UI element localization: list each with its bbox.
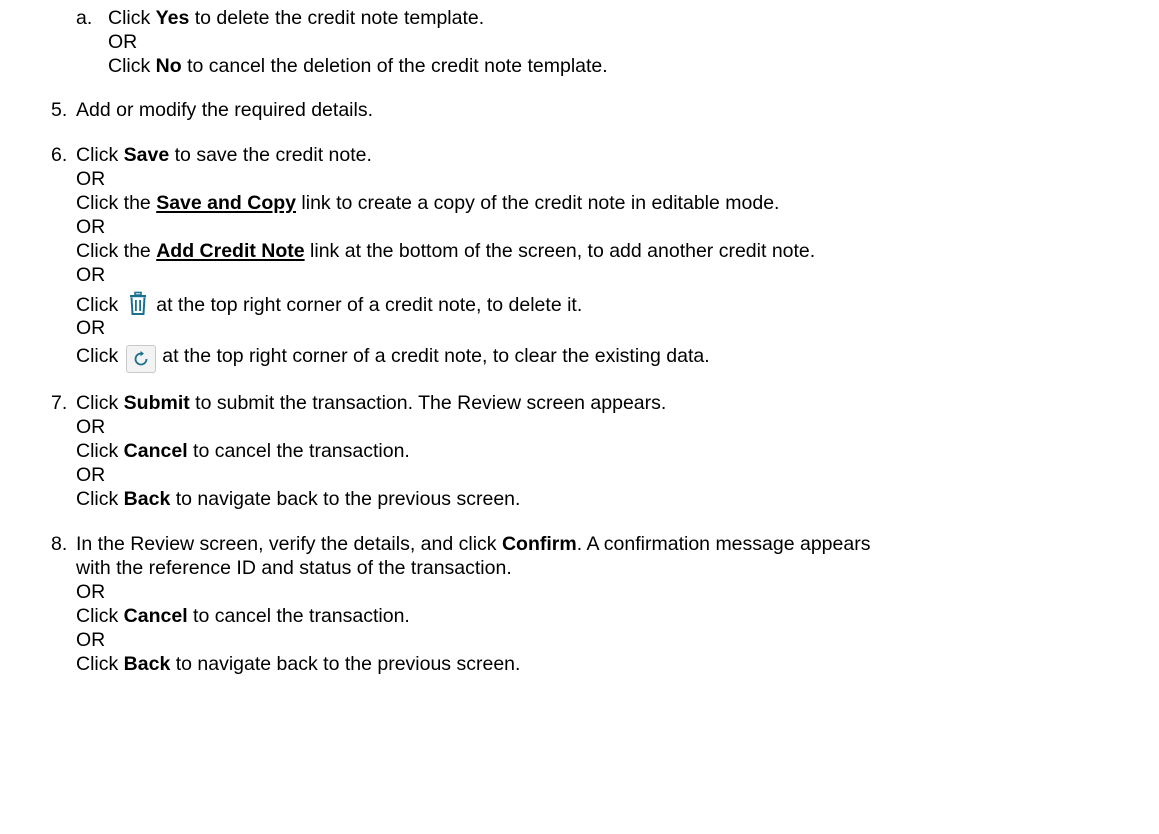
step-6-line-5: Click at the top right corner of a credi…	[76, 344, 710, 373]
text-span: Click	[108, 7, 156, 29]
text-span: to navigate back to the previous screen.	[170, 488, 521, 510]
text-span: Click	[76, 345, 119, 367]
text-span: . A confirmation message appears	[576, 533, 871, 555]
step-a-line-1: Click Yes to delete the credit note temp…	[108, 6, 484, 30]
text-span: at the top right corner of a credit note…	[162, 345, 710, 367]
cancel-term: Cancel	[123, 605, 188, 627]
step-8-line-3: Click Back to navigate back to the previ…	[76, 652, 520, 676]
text-span: link to create a copy of the credit note…	[296, 192, 780, 214]
step-8-marker: 8.	[51, 533, 68, 555]
back-term: Back	[123, 653, 171, 675]
text-span: In the Review screen, verify the details…	[76, 533, 502, 555]
or-separator: OR	[76, 416, 106, 438]
step-8-line-1b: with the reference ID and status of the …	[76, 557, 512, 579]
text-span: to submit the transaction. The Review sc…	[189, 392, 667, 414]
text-span: Click	[76, 605, 124, 627]
step-6-marker: 6.	[51, 144, 68, 166]
delete-trash-icon	[126, 291, 150, 321]
or-separator: OR	[76, 629, 106, 651]
or-separator: OR	[108, 31, 138, 53]
step-5-text: Add or modify the required details.	[76, 99, 373, 121]
text-span: to cancel the transaction.	[187, 440, 410, 462]
trash-icon-graphic	[130, 291, 147, 315]
refresh-icon-graphic	[134, 351, 148, 366]
step-8-line-1: In the Review screen, verify the details…	[76, 532, 870, 556]
step-6-line-2: Click the Save and Copy link to create a…	[76, 191, 779, 215]
or-separator: OR	[76, 581, 106, 603]
step-6-line-3: Click the Add Credit Note link at the bo…	[76, 239, 815, 263]
step-a-line-3: Click No to cancel the deletion of the c…	[108, 54, 608, 78]
save-and-copy-link[interactable]: Save and Copy	[156, 192, 296, 214]
step-8-line-2: Click Cancel to cancel the transaction.	[76, 604, 410, 628]
text-span: Click	[76, 144, 124, 166]
text-span: to cancel the transaction.	[187, 605, 410, 627]
text-span: Click the	[76, 192, 157, 214]
step-5-marker: 5.	[51, 99, 68, 121]
no-term: No	[155, 55, 182, 77]
text-span: Click	[76, 294, 119, 316]
step-6-line-1: Click Save to save the credit note.	[76, 143, 372, 167]
text-span: Click	[76, 488, 124, 510]
step-7-line-3: Click Back to navigate back to the previ…	[76, 487, 520, 511]
text-span: to save the credit note.	[169, 144, 372, 166]
yes-term: Yes	[155, 7, 190, 29]
step-6-line-4: Click at the top right corner of a credi…	[76, 291, 582, 321]
cancel-term: Cancel	[123, 440, 188, 462]
save-term: Save	[123, 144, 170, 166]
or-separator: OR	[76, 464, 106, 486]
step-7-line-2: Click Cancel to cancel the transaction.	[76, 439, 410, 463]
text-span: to cancel the deletion of the credit not…	[181, 55, 608, 77]
step-7-line-1: Click Submit to submit the transaction. …	[76, 391, 666, 415]
or-separator: OR	[76, 216, 106, 238]
text-span: to delete the credit note template.	[189, 7, 485, 29]
step-a-marker: a.	[76, 7, 93, 29]
step-7-marker: 7.	[51, 392, 68, 414]
text-span: link at the bottom of the screen, to add…	[304, 240, 816, 262]
submit-term: Submit	[123, 392, 190, 414]
or-separator: OR	[76, 317, 106, 339]
refresh-icon	[126, 345, 157, 373]
confirm-term: Confirm	[501, 533, 577, 555]
text-span: Click the	[76, 240, 157, 262]
or-separator: OR	[76, 168, 106, 190]
back-term: Back	[123, 488, 171, 510]
add-credit-note-link[interactable]: Add Credit Note	[156, 240, 304, 262]
text-span: at the top right corner of a credit note…	[156, 294, 583, 316]
or-separator: OR	[76, 264, 106, 286]
text-span: to navigate back to the previous screen.	[170, 653, 521, 675]
text-span: Click	[76, 653, 124, 675]
text-span: Click	[76, 440, 124, 462]
text-span: Click	[76, 392, 124, 414]
text-span: Click	[108, 55, 156, 77]
